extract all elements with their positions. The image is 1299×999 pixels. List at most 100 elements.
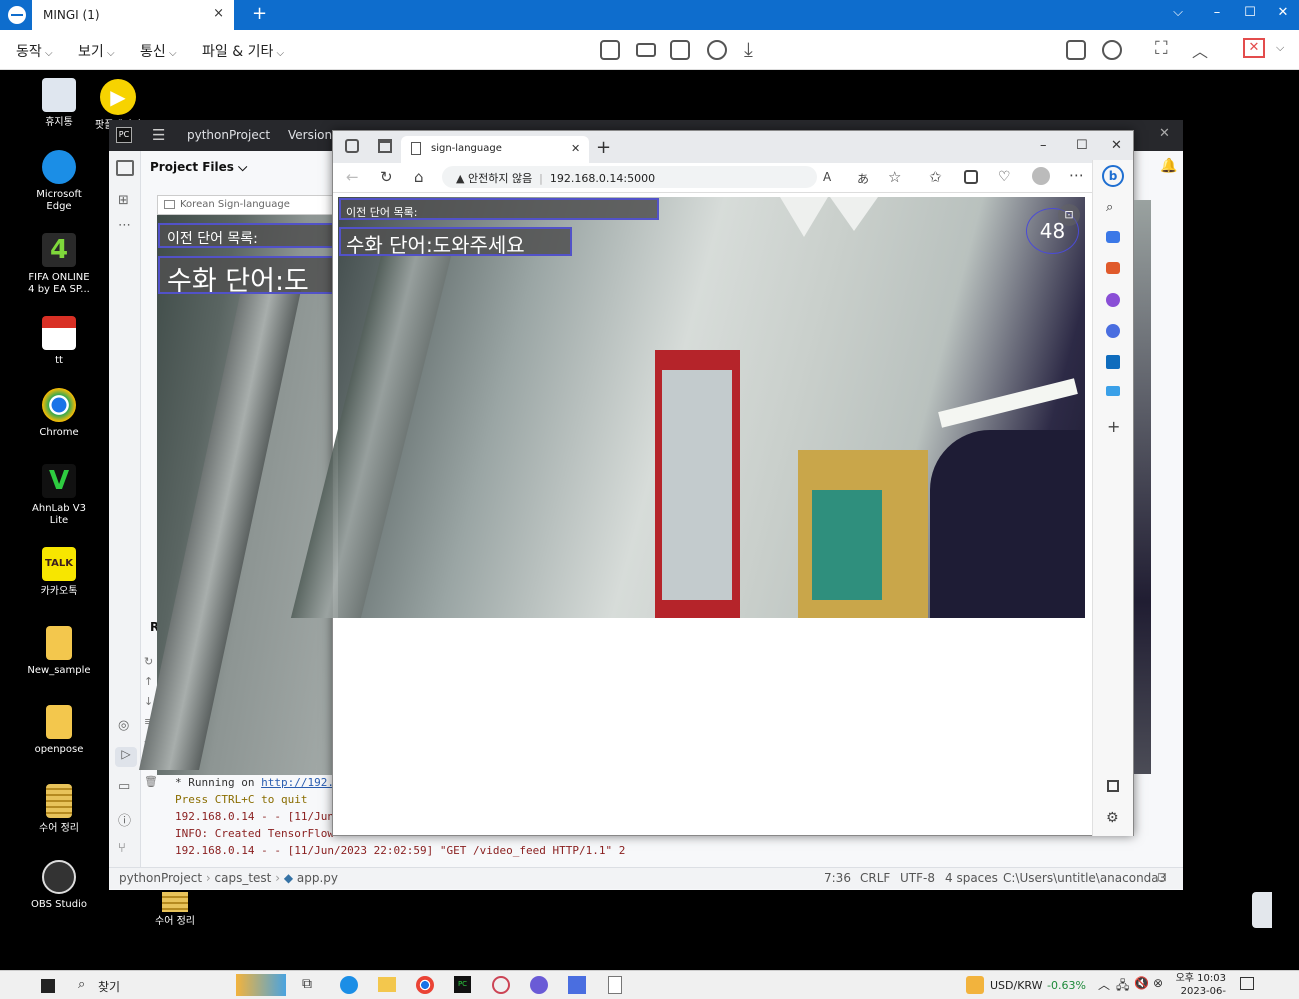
hamburger-menu-icon[interactable]: ☰: [152, 126, 165, 144]
dashboard-icon[interactable]: [600, 40, 620, 60]
desktop-icon-kakaotalk[interactable]: TALK 카카오톡: [24, 547, 94, 598]
project-tool-icon[interactable]: [116, 160, 134, 176]
desktop-icon-recycle-bin[interactable]: 휴지통: [24, 78, 94, 129]
microsoft365-icon[interactable]: [1106, 324, 1120, 338]
menu-view[interactable]: 보기: [78, 41, 115, 61]
edge-maximize-icon[interactable]: ☐: [1076, 138, 1088, 153]
search-icon[interactable]: ⌕: [1106, 200, 1113, 215]
desktop-icon-ahnlab[interactable]: V AhnLab V3 Lite: [24, 464, 94, 527]
outlook-icon[interactable]: [1106, 355, 1120, 369]
taskbar-search[interactable]: 찾기: [98, 978, 120, 995]
taskbar-edge-icon[interactable]: [340, 976, 358, 994]
taskbar-chrome-icon[interactable]: [416, 976, 434, 994]
edge-tab[interactable]: sign-language ✕: [401, 136, 589, 163]
url-text[interactable]: 192.168.0.14:5000: [550, 172, 655, 185]
desktop-icon-tt[interactable]: tt: [24, 316, 94, 367]
structure-icon[interactable]: ⊞: [118, 193, 129, 208]
taskbar-clock[interactable]: 오후 10:03 2023-06-11: [1170, 972, 1226, 999]
profile-avatar[interactable]: [1032, 167, 1050, 185]
address-bar[interactable]: ▲ 안전하지 않음 | 192.168.0.14:5000: [442, 166, 817, 188]
session-tab-close-icon[interactable]: ×: [213, 6, 224, 21]
git-icon[interactable]: ⑂: [118, 841, 126, 856]
task-view-icon[interactable]: ⧉: [302, 976, 312, 992]
taskbar-copilot-icon[interactable]: [530, 976, 548, 994]
taskbar-pycharm-icon[interactable]: PC: [454, 976, 471, 993]
stock-widget-icon[interactable]: [966, 976, 984, 994]
project-files-header[interactable]: Project Files ⌵: [150, 160, 247, 175]
menu-action[interactable]: 동작: [16, 41, 53, 61]
services-icon[interactable]: ◎: [118, 718, 129, 733]
edge-tab-close-icon[interactable]: ✕: [571, 142, 580, 155]
visual-search-icon[interactable]: ⊡: [1058, 204, 1080, 226]
breadcrumb-file[interactable]: app.py: [297, 871, 338, 885]
run-tool-icon[interactable]: ▷: [115, 747, 137, 767]
desktop-icon-edge[interactable]: Microsoft Edge: [24, 150, 94, 213]
browser-essentials-icon[interactable]: ♡: [998, 169, 1011, 185]
desktop-icon-fifa[interactable]: 4 FIFA ONLINE 4 by EA SP...: [24, 233, 94, 296]
python-interpreter[interactable]: C:\Users\untitle\anaconda3: [1003, 871, 1166, 885]
taskbar-snipping-icon[interactable]: [492, 976, 510, 994]
file-encoding[interactable]: UTF-8: [900, 871, 935, 885]
sidebar-settings-gear-icon[interactable]: ⚙: [1106, 810, 1119, 826]
desktop-icon-sueo[interactable]: 수어 정리: [24, 784, 94, 835]
session-tab[interactable]: MINGI (1) ×: [32, 0, 234, 30]
settings-more-icon[interactable]: ⋯: [1069, 166, 1084, 184]
taskbar-remote-icon[interactable]: [568, 976, 586, 994]
more-tools-icon[interactable]: ⋯: [118, 218, 131, 233]
desktop-icon-chrome[interactable]: Chrome: [24, 388, 94, 439]
edge-close-icon[interactable]: ✕: [1111, 138, 1122, 153]
tab-actions-icon[interactable]: [378, 139, 392, 153]
stock-ticker[interactable]: USD/KRW: [990, 979, 1043, 992]
users-icon[interactable]: [1102, 40, 1122, 60]
pycharm-close-icon[interactable]: ✕: [1159, 126, 1170, 141]
teamviewer-side-handle-icon[interactable]: [1252, 892, 1272, 928]
taskbar-explorer-icon[interactable]: [378, 977, 396, 992]
lock-icon[interactable]: ⊡: [1157, 870, 1167, 884]
whiteboard-icon[interactable]: [1066, 40, 1086, 60]
breadcrumb-folder[interactable]: caps_test: [215, 871, 272, 885]
desktop-icon-obs[interactable]: OBS Studio: [24, 860, 94, 911]
desktop-icon-sueo-2[interactable]: 수어 정리: [140, 892, 210, 927]
read-aloud-icon[interactable]: A: [823, 170, 831, 184]
shopping-icon[interactable]: [1106, 231, 1120, 243]
notification-center-icon[interactable]: [1240, 977, 1254, 990]
edge-minimize-icon[interactable]: –: [1040, 138, 1047, 153]
workspaces-icon[interactable]: [345, 139, 359, 153]
network-icon[interactable]: 🖧: [1116, 976, 1129, 997]
project-name[interactable]: pythonProject: [187, 128, 270, 142]
windows-start-icon[interactable]: [41, 979, 55, 993]
favorite-star-icon[interactable]: ☆: [888, 168, 901, 186]
back-icon[interactable]: ←: [346, 168, 359, 186]
volume-muted-icon[interactable]: 🔇: [1134, 976, 1149, 990]
add-sidebar-app-icon[interactable]: +: [1107, 417, 1120, 436]
new-session-tab-button[interactable]: +: [252, 3, 267, 24]
drop-icon[interactable]: [1106, 386, 1120, 396]
search-highlight-icon[interactable]: [236, 974, 286, 996]
tray-chevron-icon[interactable]: ︿: [1098, 976, 1110, 993]
running-url-link[interactable]: http://192.: [261, 776, 334, 789]
games-icon[interactable]: [1106, 293, 1120, 307]
menu-files-extras[interactable]: 파일 & 기타: [202, 41, 284, 61]
tools-icon[interactable]: [1106, 262, 1120, 274]
end-session-icon[interactable]: ✕: [1243, 38, 1265, 58]
minimize-icon[interactable]: –: [1207, 5, 1227, 20]
maximize-icon[interactable]: ☐: [1240, 5, 1260, 20]
ime-icon[interactable]: ⊗: [1153, 976, 1163, 990]
desktop-icon-new-sample[interactable]: New_sample: [24, 626, 94, 677]
bing-chat-icon[interactable]: b: [1102, 165, 1124, 187]
caret-position[interactable]: 7:36: [824, 871, 851, 885]
problems-icon[interactable]: ⓘ: [118, 810, 131, 829]
trash-icon[interactable]: 🗑: [144, 772, 160, 792]
refresh-icon[interactable]: ↻: [380, 168, 393, 186]
reboot-icon[interactable]: [707, 40, 727, 60]
edge-new-tab-button[interactable]: +: [596, 137, 611, 158]
menu-communicate[interactable]: 통신: [140, 41, 177, 61]
home-icon[interactable]: ⌂: [414, 168, 424, 186]
line-separator[interactable]: CRLF: [860, 871, 890, 885]
collapse-toolbar-icon[interactable]: ︿: [1192, 38, 1208, 62]
translate-icon[interactable]: あ: [857, 170, 869, 187]
hide-sidebar-icon[interactable]: [1107, 780, 1119, 792]
security-indicator[interactable]: 안전하지 않음: [468, 172, 532, 185]
favorites-icon[interactable]: ✩: [929, 168, 942, 186]
potplayer-icon[interactable]: ▶: [100, 79, 136, 115]
